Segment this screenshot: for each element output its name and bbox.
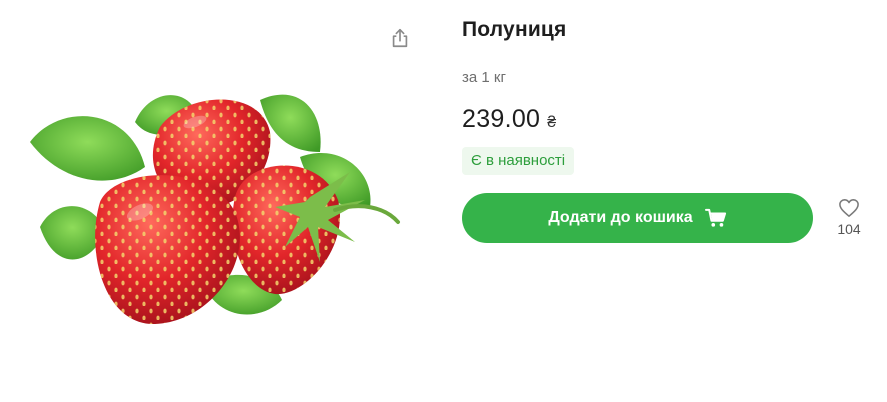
price-row: 239.00 ₴ [462,104,822,134]
stock-badge: Є в наявності [462,147,575,175]
currency-symbol: ₴ [547,114,557,131]
price: 239.00 [462,105,541,133]
favorite-button[interactable]: 104 [832,198,866,237]
favorites-count: 104 [837,221,861,237]
product-info: Полуниця за 1 кг 239.00 ₴ Є в наявності [462,16,822,175]
product-title: Полуниця [462,18,567,41]
cart-icon [704,208,727,228]
heart-icon [839,199,859,217]
add-to-cart-label: Додати до кошика [548,209,693,226]
share-icon [392,28,408,48]
share-button[interactable] [386,24,414,52]
add-to-cart-button[interactable]: Додати до кошика [462,193,813,243]
product-image[interactable] [20,82,410,332]
strawberry-image [30,94,400,325]
unit-text: за 1 кг [462,69,506,86]
